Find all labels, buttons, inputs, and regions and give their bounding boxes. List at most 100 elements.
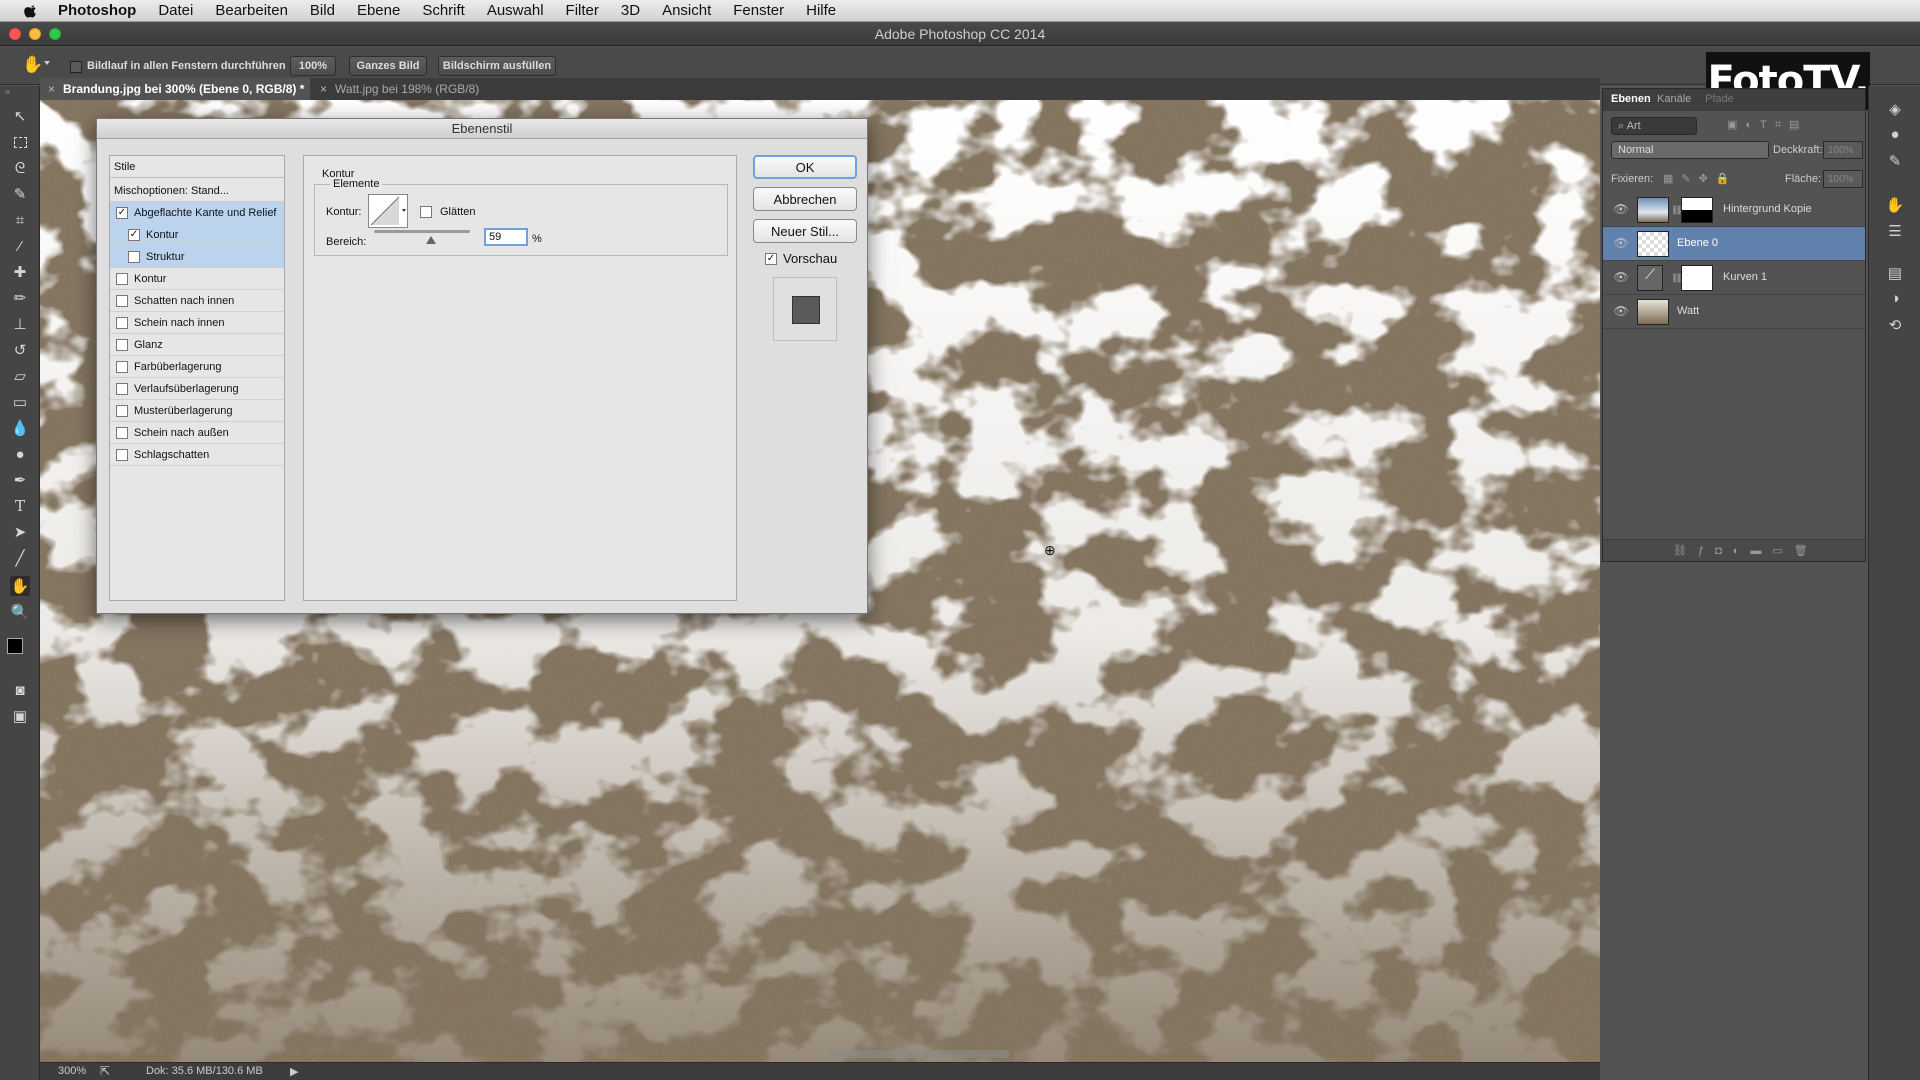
dodge-tool-icon[interactable]: ● [10,444,30,464]
range-input[interactable]: 59 [484,228,528,246]
menu-ebene[interactable]: Ebene [357,2,400,19]
preview-checkbox[interactable]: ✓ [765,253,779,267]
blend-options-item[interactable]: Mischoptionen: Stand... [110,180,284,202]
path-selection-tool-icon[interactable]: ➤ [10,522,30,542]
apple-icon[interactable] [20,3,42,19]
style-item-gradient-overlay[interactable]: Verlaufsüberlagerung [110,378,284,400]
style-checkbox[interactable] [116,404,128,417]
hand-tool-icon[interactable]: ✋ [22,55,43,75]
layer-row-watt[interactable]: 👁 Watt [1603,295,1865,329]
style-item-pattern-overlay[interactable]: Musterüberlagerung [110,400,284,422]
style-item-stroke[interactable]: Kontur [110,268,284,290]
range-slider-thumb[interactable] [425,236,436,244]
style-item-texture[interactable]: Struktur [110,246,284,268]
tool-preset-dropdown-icon[interactable] [44,61,50,65]
contour-picker[interactable] [368,194,408,228]
layer-filter-icons[interactable]: ▣◐T⌗▤ [1727,118,1857,134]
style-checkbox[interactable] [116,448,128,461]
style-checkbox[interactable] [116,360,128,373]
style-checkbox[interactable]: ✓ [116,206,128,219]
scroll-all-checkbox[interactable] [70,61,82,73]
horizontal-scrollbar[interactable] [830,1050,1010,1058]
menu-bild[interactable]: Bild [310,2,335,19]
crop-tool-icon[interactable]: ⌗ [10,210,30,230]
style-checkbox[interactable] [116,382,128,395]
menu-app[interactable]: Photoshop [58,2,136,19]
style-item-color-overlay[interactable]: Farbüberlagerung [110,356,284,378]
eyedropper-tool-icon[interactable]: ⁄ [10,236,30,256]
layer-mask-thumbnail[interactable] [1681,197,1713,223]
channels-panel-icon[interactable]: ● [1885,126,1905,146]
smooth-checkbox[interactable] [420,206,433,219]
fit-screen-button[interactable]: Ganzes Bild [349,56,427,76]
hand-tool-icon[interactable]: ✋ [10,576,30,596]
zoom-level[interactable]: 300% [58,1065,86,1077]
visibility-eye-icon[interactable]: 👁 [1613,304,1629,320]
screen-mode-icon[interactable]: ▣ [10,706,30,726]
tab-layers[interactable]: Ebenen [1611,93,1651,105]
style-item-contour[interactable]: ✓ Kontur [110,224,284,246]
adjustments-panel-icon[interactable]: ☰ [1885,222,1905,242]
brush-panel-icon[interactable]: ✋ [1885,196,1905,216]
cancel-button[interactable]: Abbrechen [753,187,857,211]
menu-datei[interactable]: Datei [158,2,193,19]
zoom-tool-icon[interactable]: 🔍 [10,602,30,622]
layer-row-ebene-0[interactable]: 👁 Ebene 0 [1603,227,1865,261]
collapse-toolbox-icon[interactable]: » [5,86,10,96]
layer-filter-select[interactable]: ⌕ Art [1611,117,1697,135]
quick-selection-tool-icon[interactable]: ✎ [10,184,30,204]
close-tab-icon[interactable]: × [320,82,327,96]
visibility-eye-icon[interactable]: 👁 [1613,236,1629,252]
range-slider-track[interactable] [374,230,470,233]
style-item-inner-glow[interactable]: Schein nach innen [110,312,284,334]
menu-filter[interactable]: Filter [566,2,599,19]
fill-field[interactable]: 100% [1823,170,1863,188]
menu-auswahl[interactable]: Auswahl [487,2,544,19]
lock-icons[interactable]: ▦✎✥🔒 [1663,172,1738,185]
style-checkbox[interactable] [116,272,128,285]
export-icon[interactable]: ⇱ [100,1064,110,1078]
gradient-tool-icon[interactable]: ▭ [10,392,30,412]
brush-tool-icon[interactable]: ✏ [10,288,30,308]
quick-mask-icon[interactable]: ◙ [10,680,30,700]
history-panel-icon[interactable]: ⟲ [1885,316,1905,336]
style-item-satin[interactable]: Glanz [110,334,284,356]
styles-panel-icon[interactable]: ◑ [1885,290,1905,310]
opacity-field[interactable]: 100% [1823,141,1863,159]
clone-stamp-tool-icon[interactable]: ⊥ [10,314,30,334]
tab-channels[interactable]: Kanäle [1657,93,1691,105]
pen-tool-icon[interactable]: ✒ [10,470,30,490]
style-item-drop-shadow[interactable]: Schlagschatten [110,444,284,466]
style-item-outer-glow[interactable]: Schein nach außen [110,422,284,444]
properties-panel-icon[interactable]: ▤ [1885,264,1905,284]
layer-action-icons[interactable]: ⛓ƒ◘◐▬▭🗑 [1603,539,1865,561]
menu-hilfe[interactable]: Hilfe [806,2,836,19]
style-item-bevel-emboss[interactable]: ✓ Abgeflachte Kante und Relief [110,202,284,224]
layer-mask-thumbnail[interactable] [1681,265,1713,291]
menu-schrift[interactable]: Schrift [422,2,465,19]
style-checkbox[interactable] [116,316,128,329]
style-item-inner-shadow[interactable]: Schatten nach innen [110,290,284,312]
style-checkbox[interactable] [116,338,128,351]
layers-panel-icon[interactable]: ◈ [1885,100,1905,120]
layer-row-hintergrund-kopie[interactable]: 👁 ⛓ Hintergrund Kopie [1603,193,1865,227]
close-tab-icon[interactable]: × [48,82,55,96]
tab-watt[interactable]: × Watt.jpg bei 198% (RGB/8) [312,78,532,100]
type-tool-icon[interactable]: T [10,496,30,516]
tab-brandung[interactable]: × Brandung.jpg bei 300% (Ebene 0, RGB/8)… [40,78,310,100]
line-tool-icon[interactable]: ╱ [10,548,30,568]
move-tool-icon[interactable]: ↖ [10,106,30,126]
style-checkbox[interactable] [116,426,128,439]
ok-button[interactable]: OK [753,155,857,179]
paths-panel-icon[interactable]: ✎ [1885,152,1905,172]
status-menu-arrow-icon[interactable]: ▶ [290,1065,298,1078]
menu-ansicht[interactable]: Ansicht [662,2,711,19]
menu-3d[interactable]: 3D [621,2,640,19]
zoom-100-button[interactable]: 100% [290,56,336,76]
marquee-tool-icon[interactable] [10,132,30,152]
blur-tool-icon[interactable]: 💧 [10,418,30,438]
menu-fenster[interactable]: Fenster [733,2,784,19]
foreground-color-swatch[interactable] [7,638,23,654]
healing-brush-tool-icon[interactable]: ✚ [10,262,30,282]
eraser-tool-icon[interactable]: ▱ [10,366,30,386]
